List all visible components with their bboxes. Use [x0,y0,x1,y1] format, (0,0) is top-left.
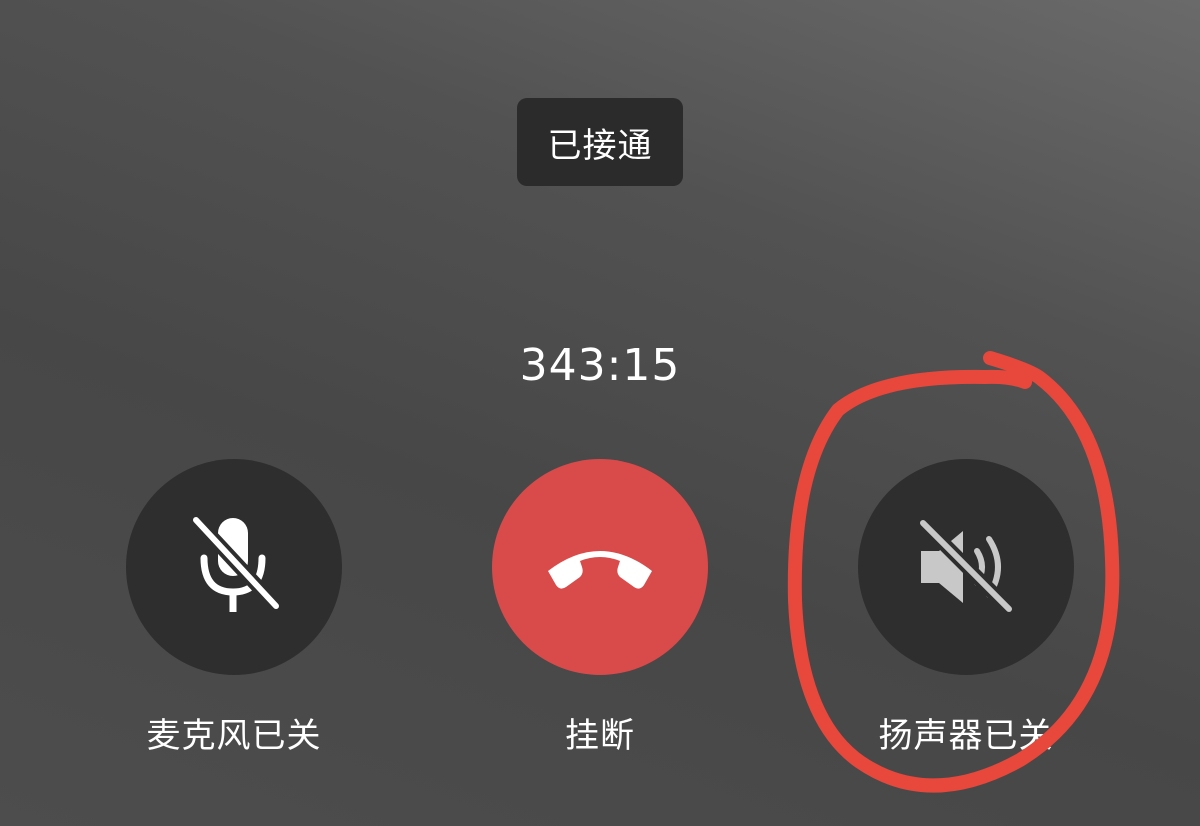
call-status-text: 已接通 [547,125,653,166]
mic-toggle-button[interactable] [126,459,342,675]
speaker-off-icon [918,518,1014,614]
call-duration: 343:15 [519,340,681,391]
mic-off-icon [190,515,282,612]
speaker-toggle-label: 扬声器已关 [878,716,1054,756]
hangup-label: 挂断 [565,716,635,756]
phone-hangup-icon [548,551,652,589]
mic-toggle-label: 麦克风已关 [146,716,322,756]
speaker-toggle-button[interactable] [858,459,1074,675]
call-status-badge: 已接通 [517,98,683,186]
hangup-button[interactable] [492,459,708,675]
